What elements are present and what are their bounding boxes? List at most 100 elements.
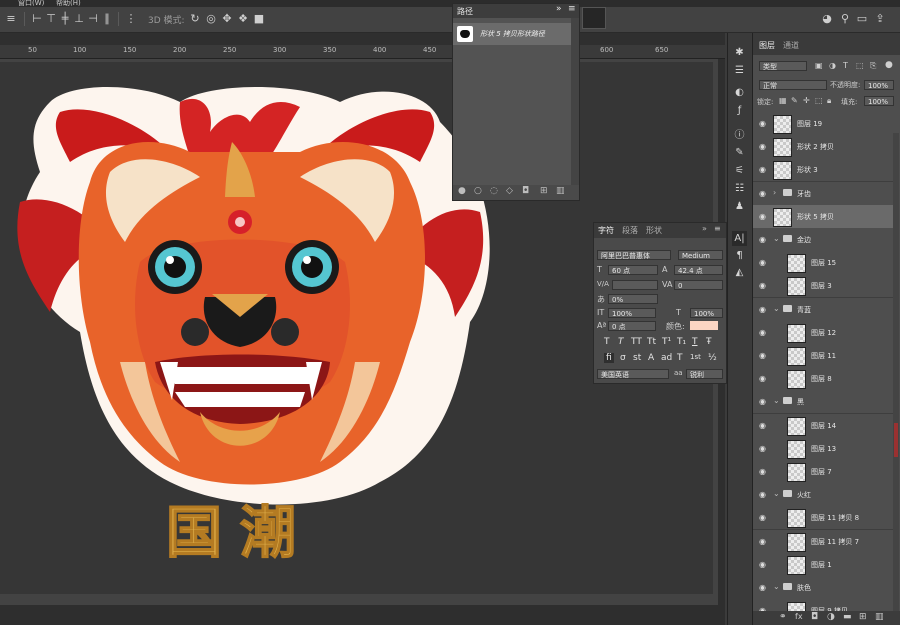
- tab-channels[interactable]: 通道: [783, 40, 799, 51]
- navigator-icon[interactable]: ✱: [732, 45, 747, 60]
- visibility-eye-icon[interactable]: ◉: [759, 513, 766, 522]
- filter-pixel-icon[interactable]: ▣: [815, 61, 823, 70]
- layer-row[interactable]: ◉ 图层 1: [753, 552, 893, 577]
- tsume-select[interactable]: 0%: [608, 294, 658, 304]
- visibility-eye-icon[interactable]: ◉: [759, 189, 766, 198]
- glyphs-icon[interactable]: ◭: [732, 265, 747, 280]
- layer-group-row[interactable]: ◉ ⌄ 火红: [753, 483, 893, 508]
- layer-group-row[interactable]: ◉ ⌄ 青蓝: [753, 297, 893, 322]
- layer-row[interactable]: ◉ 形状 5 拷贝: [753, 204, 893, 229]
- new-path-icon[interactable]: ⊞: [540, 186, 548, 196]
- fill-input[interactable]: 100%: [864, 96, 894, 106]
- path-item[interactable]: 形状 5 拷贝形状路径: [453, 23, 571, 45]
- opacity-input[interactable]: 100%: [864, 80, 894, 90]
- character-panel-icon[interactable]: A|: [732, 231, 747, 246]
- strikethrough-button[interactable]: Ŧ: [706, 337, 712, 347]
- tab-layers[interactable]: 图层: [759, 40, 775, 51]
- small-caps-button[interactable]: Tt: [647, 337, 656, 347]
- layer-row[interactable]: ◉ 图层 13: [753, 436, 893, 461]
- lock-all-icon[interactable]: 🔒︎: [827, 96, 831, 106]
- filter-toggle-icon[interactable]: ●: [885, 60, 893, 70]
- subscript-button[interactable]: T₁: [677, 337, 686, 347]
- layers-scrollbar[interactable]: [893, 133, 899, 613]
- filter-adjust-icon[interactable]: ◑: [829, 61, 836, 70]
- tracking-select[interactable]: 0: [674, 280, 723, 290]
- align-top-icon[interactable]: ⊤: [44, 12, 58, 26]
- group-toggle-icon[interactable]: ⌄: [773, 234, 780, 243]
- group-toggle-icon[interactable]: ⌄: [773, 582, 780, 591]
- visibility-eye-icon[interactable]: ◉: [759, 490, 766, 499]
- filter-shape-icon[interactable]: ⬚: [856, 61, 864, 70]
- visibility-eye-icon[interactable]: ◉: [759, 235, 766, 244]
- styles-icon[interactable]: ƒ: [732, 103, 747, 118]
- kerning-select[interactable]: [612, 280, 658, 290]
- layer-group-row[interactable]: ◉ ⌄ 肤色: [753, 576, 893, 600]
- trash-icon[interactable]: ▥: [875, 612, 884, 622]
- adjustments-icon[interactable]: ⚟: [732, 163, 747, 178]
- align-left-icon[interactable]: ⊢: [30, 12, 44, 26]
- add-mask-icon[interactable]: ◘: [522, 186, 529, 196]
- new-group-icon[interactable]: ▬: [843, 612, 852, 622]
- layer-row[interactable]: ◉ 图层 15: [753, 251, 893, 276]
- link-layers-icon[interactable]: ⚭: [779, 612, 787, 622]
- blend-mode-select[interactable]: 正常: [759, 80, 827, 90]
- layer-row[interactable]: ◉ 形状 2 拷贝: [753, 135, 893, 160]
- visibility-eye-icon[interactable]: ◉: [759, 351, 766, 360]
- superscript-button[interactable]: T¹: [662, 337, 671, 347]
- make-work-path-icon[interactable]: ◇: [506, 186, 513, 196]
- visibility-eye-icon[interactable]: ◉: [759, 537, 766, 546]
- layer-group-row[interactable]: ◉ ⌄ 金边: [753, 228, 893, 252]
- lock-artboard-icon[interactable]: ⬚: [815, 96, 823, 105]
- visibility-eye-icon[interactable]: ◉: [759, 421, 766, 430]
- layer-row[interactable]: ◉ 图层 8: [753, 367, 893, 392]
- group-toggle-icon[interactable]: ›: [773, 188, 776, 197]
- font-family-select[interactable]: 阿里巴巴普惠体: [597, 250, 671, 260]
- layer-row[interactable]: ◉ 形状 3: [753, 158, 893, 183]
- roll-3d-icon[interactable]: ◎: [204, 12, 218, 26]
- layer-row[interactable]: ◉ 图层 3: [753, 274, 893, 299]
- visibility-eye-icon[interactable]: ◉: [759, 142, 766, 151]
- faux-italic-button[interactable]: T: [618, 337, 624, 347]
- group-toggle-icon[interactable]: ⌄: [773, 396, 780, 405]
- filter-smart-icon[interactable]: ⎘: [870, 61, 876, 71]
- info-icon[interactable]: ⓘ: [732, 128, 747, 143]
- adjustment-layer-icon[interactable]: ◑: [827, 612, 835, 622]
- paths-scrollbar[interactable]: [571, 18, 579, 188]
- visibility-eye-icon[interactable]: ◉: [759, 258, 766, 267]
- visibility-eye-icon[interactable]: ◉: [759, 444, 766, 453]
- font-style-select[interactable]: Medium: [678, 250, 723, 260]
- libraries-icon[interactable]: ☷: [732, 181, 747, 196]
- visibility-eye-icon[interactable]: ◉: [759, 560, 766, 569]
- titling-alternates-button[interactable]: T: [677, 353, 683, 363]
- distribute-icon[interactable]: ≡: [4, 12, 18, 26]
- layer-filter-select[interactable]: 类型: [759, 61, 807, 71]
- layer-row[interactable]: ◉ 图层 11 拷贝 7: [753, 529, 893, 554]
- leading-input[interactable]: 42.4 点: [674, 265, 723, 275]
- stylistic-alternates-button[interactable]: ad: [661, 353, 672, 363]
- properties-icon[interactable]: ☰: [732, 63, 747, 78]
- group-toggle-icon[interactable]: ⌄: [773, 304, 780, 313]
- pan-3d-icon[interactable]: ✥: [220, 12, 234, 26]
- panel-menu-icon[interactable]: ≡: [714, 224, 721, 233]
- color-icon[interactable]: ◐: [732, 85, 747, 100]
- slide-3d-icon[interactable]: ❖: [236, 12, 250, 26]
- layer-group-row[interactable]: ◉ ⌄ 黑: [753, 390, 893, 415]
- more-options-icon[interactable]: ⋮: [124, 12, 138, 26]
- orbit-3d-icon[interactable]: ↻: [188, 12, 202, 26]
- underline-button[interactable]: T: [692, 337, 698, 347]
- visibility-eye-icon[interactable]: ◉: [759, 583, 766, 592]
- scroll-thumb[interactable]: [894, 423, 898, 457]
- ligature-button[interactable]: fi: [604, 353, 614, 363]
- discretionary-ligature-button[interactable]: st: [633, 353, 641, 363]
- language-select[interactable]: 美国英语: [597, 369, 669, 379]
- collapse-icon[interactable]: »: [556, 4, 562, 14]
- fill-path-icon[interactable]: ●: [458, 186, 466, 196]
- brush-icon[interactable]: ✎: [732, 145, 747, 160]
- align-right-icon[interactable]: ⊣: [86, 12, 100, 26]
- load-selection-icon[interactable]: ◌: [490, 186, 498, 196]
- font-size-input[interactable]: 60 点: [608, 265, 658, 275]
- new-layer-icon[interactable]: ⊞: [859, 612, 867, 622]
- tab-shape[interactable]: 形状: [646, 225, 662, 236]
- fx-icon[interactable]: fx: [795, 612, 803, 621]
- lock-image-icon[interactable]: ✎: [791, 96, 798, 105]
